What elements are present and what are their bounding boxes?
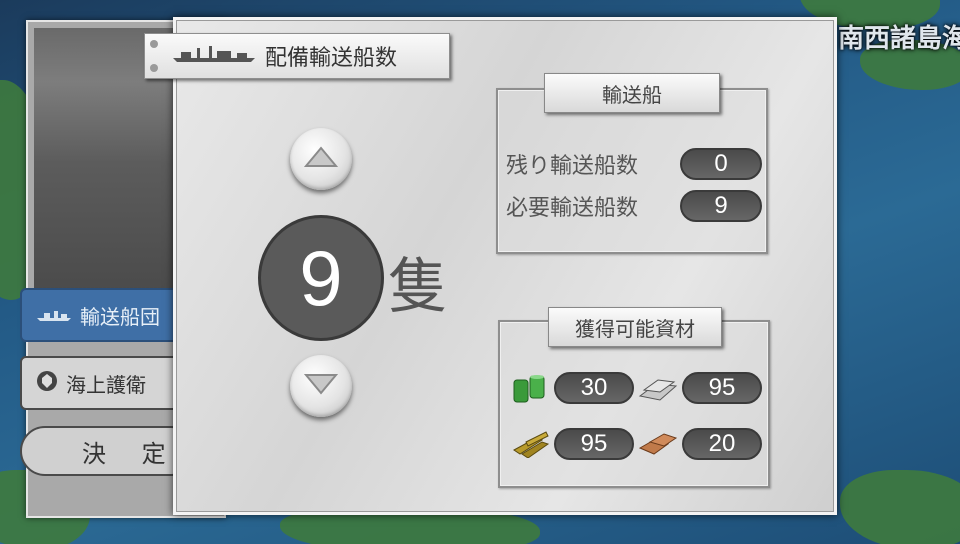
pin-icon — [150, 40, 158, 48]
ammo-value: 95 — [554, 428, 634, 460]
arrow-down-icon — [303, 373, 339, 399]
ship-count-display: 9 — [258, 215, 384, 341]
remaining-ships-value: 0 — [680, 148, 762, 180]
bauxite-value: 20 — [682, 428, 762, 460]
transport-fleet-label: 輸送船団 — [80, 304, 160, 329]
dialog-title-bar: 配備輸送船数 — [144, 33, 450, 79]
decide-button[interactable]: 決 定 — [20, 426, 196, 476]
transport-ships-title: 輸送船 — [544, 73, 720, 113]
ship-count-unit: 隻 — [388, 252, 448, 322]
transport-fleet-button[interactable]: 輸送船団 — [20, 288, 196, 342]
sea-escort-label: 海上護衛 — [66, 372, 146, 397]
decrease-ships-button[interactable] — [290, 355, 352, 417]
transport-ship-icon — [36, 303, 72, 327]
required-ships-value: 9 — [680, 190, 762, 222]
bauxite-block-icon — [638, 428, 678, 462]
ammo-shell-icon — [512, 428, 550, 462]
steel-ingot-icon — [638, 372, 678, 406]
steel-value: 95 — [682, 372, 762, 404]
fuel-drum-icon — [512, 372, 548, 406]
remaining-ships-label: 残り輸送船数 — [506, 154, 639, 179]
transport-ship-icon — [171, 42, 257, 70]
required-ships-label: 必要輸送船数 — [506, 196, 639, 221]
fuel-value: 30 — [554, 372, 634, 404]
escort-emblem-icon — [36, 370, 58, 397]
pin-icon — [150, 64, 158, 72]
arrow-up-icon — [303, 146, 339, 172]
increase-ships-button[interactable] — [290, 128, 352, 190]
map-region-label: 南西諸島海域 — [838, 24, 960, 54]
dialog-title: 配備輸送船数 — [265, 46, 398, 71]
sea-escort-button[interactable]: 海上護衛 — [20, 356, 196, 410]
obtainable-resources-title: 獲得可能資材 — [548, 307, 722, 347]
